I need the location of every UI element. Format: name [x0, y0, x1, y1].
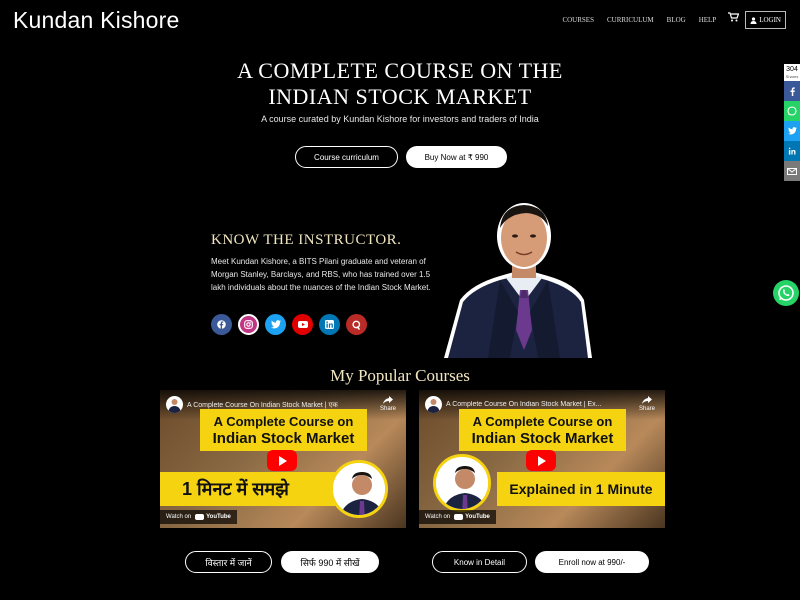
thumbnail-banner: Explained in 1 Minute — [497, 472, 665, 506]
play-button[interactable] — [526, 450, 556, 471]
instructor-bio: Meet Kundan Kishore, a BITS Pilani gradu… — [211, 257, 431, 292]
youtube-logo-icon: YouTube — [195, 514, 231, 520]
brand-logo[interactable]: Kundan Kishore — [13, 7, 179, 34]
youtube-logo-icon: YouTube — [454, 514, 490, 520]
video-title[interactable]: A Complete Course On Indian Stock Market… — [446, 401, 626, 408]
email-share-icon[interactable] — [784, 161, 800, 181]
youtube-logo-text: YouTube — [465, 514, 490, 520]
thumbnail-line2: Indian Stock Market — [212, 430, 355, 447]
whatsapp-chat-icon[interactable] — [773, 280, 799, 306]
main-nav: COURSES CURRICULUM BLOG HELP LOGIN — [549, 11, 786, 29]
share-sidebar: 304 Shares — [784, 64, 800, 181]
whatsapp-share-icon[interactable] — [784, 101, 800, 121]
instagram-icon[interactable] — [238, 314, 259, 335]
hindi-learn-button[interactable]: सिर्फ 990 में सीखें — [281, 551, 379, 573]
share-count-value: 304 — [786, 66, 798, 73]
thumbnail-line1: A Complete Course on — [472, 414, 613, 429]
linkedin-icon[interactable] — [319, 314, 340, 335]
popular-courses-heading: My Popular Courses — [330, 366, 470, 385]
hero-subtitle: A course curated by Kundan Kishore for i… — [261, 114, 539, 124]
youtube-logo-text: YouTube — [206, 514, 231, 520]
share-label: Share — [638, 406, 655, 412]
login-button[interactable]: LOGIN — [745, 11, 786, 29]
twitter-icon[interactable] — [265, 314, 286, 335]
thumbnail-title-box: A Complete Course on Indian Stock Market — [200, 409, 367, 451]
share-button[interactable]: Share — [639, 396, 655, 412]
instructor-heading: KNOW THE INSTRUCTOR. — [211, 232, 402, 248]
linkedin-share-icon[interactable] — [784, 141, 800, 161]
enroll-now-button[interactable]: Enroll now at 990/- — [535, 551, 649, 573]
twitter-share-icon[interactable] — [784, 121, 800, 141]
nav-courses[interactable]: COURSES — [562, 16, 594, 24]
social-links — [211, 314, 373, 335]
know-in-detail-button[interactable]: Know in Detail — [432, 551, 527, 573]
video-embed-hindi[interactable]: A Complete Course On Indian Stock Market… — [160, 390, 406, 528]
nav-curriculum[interactable]: CURRICULUM — [607, 16, 654, 24]
facebook-share-icon[interactable] — [784, 81, 800, 101]
thumbnail-line2: Indian Stock Market — [471, 430, 614, 447]
share-icon — [641, 396, 652, 404]
nav-help[interactable]: HELP — [699, 16, 717, 24]
facebook-icon[interactable] — [211, 314, 232, 335]
video-embed-english[interactable]: A Complete Course On Indian Stock Market… — [419, 390, 665, 528]
share-button[interactable]: Share — [380, 396, 396, 412]
instructor-photo — [442, 200, 592, 358]
share-count: 304 Shares — [784, 64, 800, 81]
share-label: Share — [379, 406, 396, 412]
course-curriculum-button[interactable]: Course curriculum — [295, 146, 398, 168]
channel-avatar[interactable] — [166, 396, 183, 413]
hero-title: A COMPLETE COURSE ON THE INDIAN STOCK MA… — [0, 58, 800, 110]
nav-blog[interactable]: BLOG — [667, 16, 686, 24]
presenter-thumbnail — [330, 460, 388, 518]
hindi-detail-button[interactable]: विस्तार में जानें — [185, 551, 272, 573]
thumbnail-line1: A Complete Course on — [213, 414, 354, 429]
thumbnail-title-box: A Complete Course on Indian Stock Market — [459, 409, 626, 451]
quora-icon[interactable] — [346, 314, 367, 335]
play-button[interactable] — [267, 450, 297, 471]
youtube-icon[interactable] — [292, 314, 313, 335]
share-count-label: Shares — [785, 74, 799, 79]
hero-title-line2: INDIAN STOCK MARKET — [268, 84, 532, 109]
watch-on-youtube-link[interactable]: Watch on YouTube — [419, 510, 496, 524]
user-icon — [750, 16, 757, 24]
buy-now-button[interactable]: Buy Now at ₹ 990 — [406, 146, 507, 168]
watch-on-label: Watch on — [425, 514, 451, 520]
hero-title-line1: A COMPLETE COURSE ON THE — [237, 58, 563, 83]
presenter-thumbnail — [433, 454, 491, 512]
watch-on-youtube-link[interactable]: Watch on YouTube — [160, 510, 237, 524]
cart-icon[interactable] — [728, 9, 740, 27]
share-icon — [382, 396, 393, 404]
login-label: LOGIN — [759, 16, 781, 24]
watch-on-label: Watch on — [166, 514, 192, 520]
channel-avatar[interactable] — [425, 396, 442, 413]
